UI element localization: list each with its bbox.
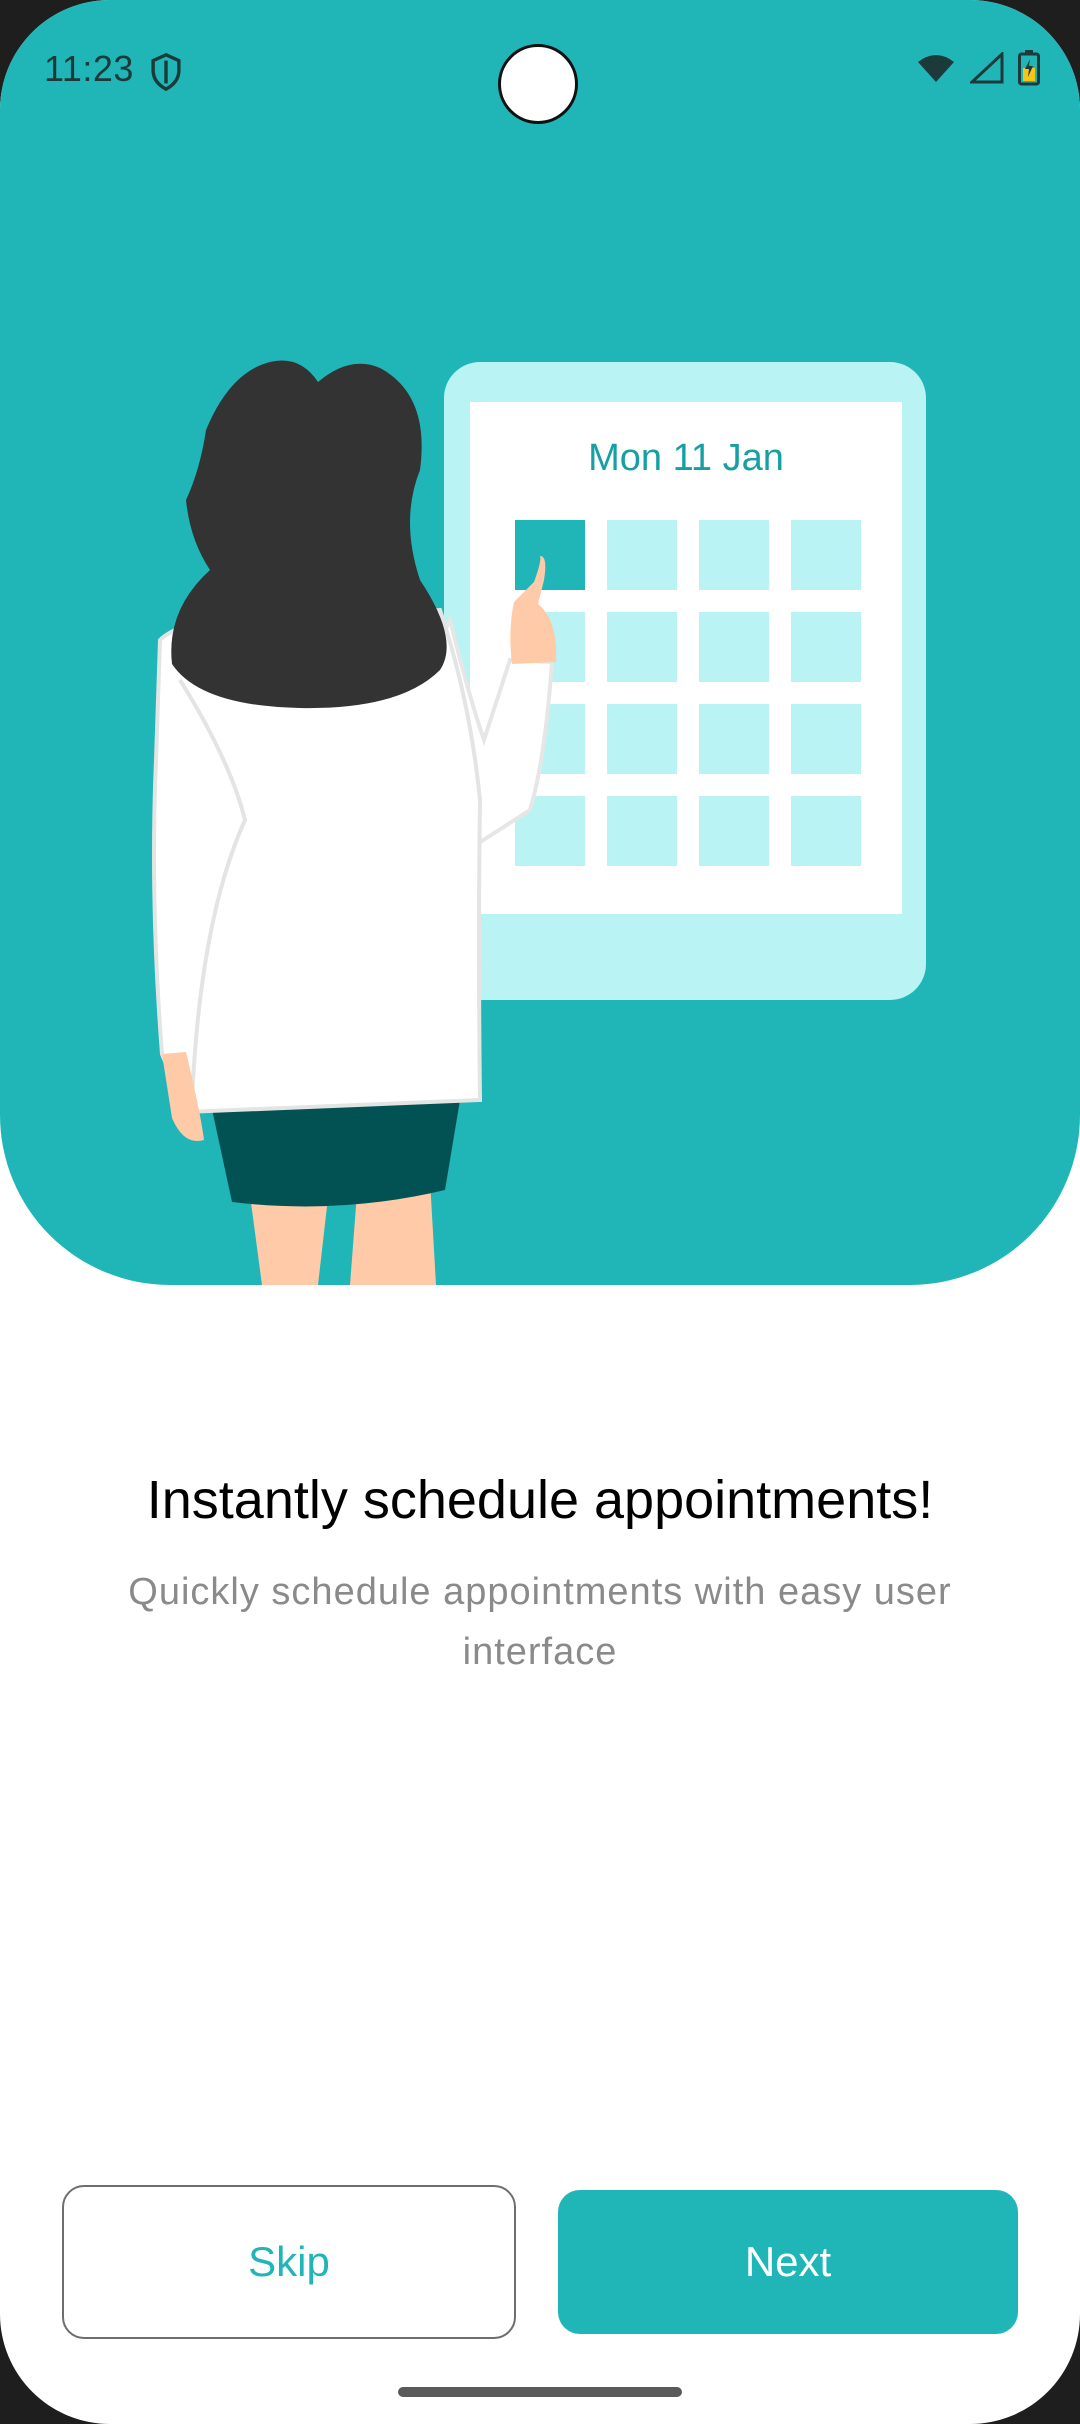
calendar-cell	[699, 520, 769, 590]
calendar-cell	[699, 612, 769, 682]
home-indicator[interactable]	[398, 2387, 682, 2397]
next-button[interactable]: Next	[558, 2190, 1018, 2334]
calendar-cell	[607, 612, 677, 682]
calendar-cell	[607, 704, 677, 774]
calendar-date-label: Mon 11 Jan	[588, 437, 784, 479]
onboarding-text: Instantly schedule appointments! Quickly…	[0, 1460, 1080, 1682]
cellular-signal-icon	[970, 52, 1004, 84]
calendar-cell	[699, 796, 769, 866]
wifi-icon	[918, 55, 954, 82]
shield-icon	[151, 52, 181, 92]
calendar-cell	[607, 520, 677, 590]
onboarding-subtitle: Quickly schedule appointments with easy …	[128, 1571, 952, 1673]
hero-banner: Mon 11 Jan 11:23	[0, 0, 1080, 1285]
calendar-cell	[791, 612, 861, 682]
status-bar: 11:23	[0, 0, 1080, 140]
onboarding-screen: Mon 11 Jan 11:23 Instantly schedule appo…	[0, 0, 1080, 2424]
calendar-cell	[791, 520, 861, 590]
onboarding-headline: Instantly schedule appointments!	[146, 1470, 934, 1530]
hair	[171, 360, 447, 709]
calendar-cell-selected	[515, 520, 585, 590]
status-time: 11:23	[44, 48, 134, 89]
front-camera	[498, 44, 578, 124]
battery-charging-icon	[1018, 50, 1040, 86]
calendar-cell	[699, 704, 769, 774]
calendar-cell	[791, 796, 861, 866]
skirt	[210, 1100, 460, 1207]
doctor-calendar-illustration: Mon 11 Jan	[152, 360, 926, 1285]
skip-button[interactable]: Skip	[62, 2185, 516, 2339]
calendar-cell	[791, 704, 861, 774]
status-icons	[916, 50, 1040, 86]
calendar-cell	[607, 796, 677, 866]
